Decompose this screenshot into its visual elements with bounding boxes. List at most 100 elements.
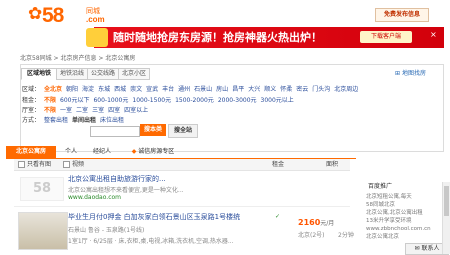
type-option[interactable]: 整套出租	[44, 117, 68, 124]
rent-option[interactable]: 2000-3000元	[218, 97, 257, 104]
rent-option[interactable]: 3000元以上	[261, 97, 294, 104]
map-icon: ⊞	[395, 70, 401, 77]
area-option[interactable]: 西城	[114, 86, 126, 93]
sponsored-item[interactable]: 北京公寓,北京公寓出租	[366, 209, 446, 217]
download-client-button[interactable]: 下载客户端	[360, 31, 412, 43]
map-search-link[interactable]: ⊞ 地图找房	[395, 68, 426, 77]
area-row: 区域： 全北京 朝阳 海淀 东城 西城 崇文 宣武 丰台 通州 石景山 房山 昌平 大兴 顺义 怀柔 密云 门头沟…	[22, 84, 362, 93]
listing-photo[interactable]	[18, 212, 68, 250]
tab-area[interactable]: 区域地铁	[21, 68, 57, 80]
area-option[interactable]: 宣武	[146, 86, 158, 93]
keyword-search-input[interactable]	[90, 126, 140, 137]
tab-bus[interactable]: 公交线路	[87, 68, 119, 80]
sponsored-item[interactable]: www.zbbnchool.com.cn	[366, 225, 446, 233]
video-checkbox[interactable]	[62, 161, 70, 168]
search-site-button[interactable]: 搜全站	[168, 124, 198, 138]
area-option[interactable]: 通州	[178, 86, 190, 93]
sponsored-item[interactable]: 58同城北京	[366, 201, 446, 209]
sponsored-list: 北京短租公寓,每天 58同城北京 北京公寓,北京公寓出租 13米升学享受环境 w…	[366, 193, 446, 241]
area-all[interactable]: 全北京	[44, 86, 62, 93]
logo[interactable]: ✿ 58 同城 .com	[28, 4, 108, 27]
listing-subtitle: 北京公寓出租想不来看便宜,更是一种文化...	[68, 187, 184, 194]
room-all[interactable]: 不限	[44, 107, 56, 114]
breadcrumb[interactable]: 北京58同城 > 北京房产信息 > 北京公寓房	[20, 53, 135, 62]
search-category-button[interactable]: 搜本类	[140, 124, 166, 136]
sort-by-area[interactable]: 面积	[326, 159, 338, 170]
free-publish-button[interactable]: 免费发布信息	[375, 8, 429, 22]
listing-price: 2160元/月	[298, 218, 334, 227]
listing-domain[interactable]: www.daodao.com	[68, 194, 121, 201]
sponsored-item[interactable]: 13米升学享受环境	[366, 217, 446, 225]
banner-slogan: 随时随地抢房东房源！抢房神器火热出炉！	[113, 31, 322, 44]
sort-by-rent[interactable]: 租金	[272, 159, 284, 170]
room-option[interactable]: 二室	[76, 107, 88, 114]
listing-detail: 1室1厅 · 6/25层 · 床,衣柜,桌,电视,冰箱,洗衣机,空调,热水器..…	[68, 238, 234, 245]
sort-bar: 只看有图 视频 租金 面积	[14, 159, 350, 171]
logo-mark-icon: ✿	[28, 4, 43, 24]
area-option[interactable]: 门头沟	[312, 86, 330, 93]
rent-row: 租金： 不限 600元以下 600-1000元 1000-1500元 1500-2000元…	[22, 95, 298, 104]
tab-community[interactable]: 北京小区	[118, 68, 150, 80]
rent-label: 租金：	[22, 97, 41, 104]
room-option[interactable]: 四室以上	[124, 107, 148, 114]
promo-banner[interactable]: 随时随地抢房东房源！抢房神器火热出炉！ 下载客户端 ×	[0, 27, 450, 48]
logo-number: 58	[42, 4, 64, 27]
area-option[interactable]: 石景山	[194, 86, 212, 93]
rent-option[interactable]: 600-1000元	[93, 97, 128, 104]
contact-label: 联系人	[421, 245, 440, 252]
area-label: 区域：	[22, 86, 41, 93]
room-label: 厅室：	[22, 107, 41, 114]
rent-option[interactable]: 600元以下	[60, 97, 89, 104]
placeholder-thumbnail[interactable]: 58	[20, 177, 64, 201]
area-option[interactable]: 东城	[98, 86, 110, 93]
type-option[interactable]: 单间出租	[72, 117, 96, 124]
row-divider	[14, 206, 350, 207]
area-option[interactable]: 大兴	[248, 86, 260, 93]
room-row: 厅室： 不限 一室 二室 三室 四室 四室以上	[22, 105, 152, 114]
close-icon[interactable]: ×	[430, 30, 437, 39]
type-option[interactable]: 床位出租	[100, 117, 124, 124]
area-option[interactable]: 海淀	[82, 86, 94, 93]
sponsored-item[interactable]: 北京短租公寓,每天	[366, 193, 446, 201]
map-search-label: 地图找房	[401, 70, 426, 77]
tab-personal[interactable]: 个人	[58, 146, 84, 158]
area-option[interactable]: 昌平	[232, 86, 244, 93]
area-option[interactable]: 崇文	[130, 86, 142, 93]
tab-verified[interactable]: ◆ 诚信房源专区	[122, 146, 184, 158]
area-option[interactable]: 顺义	[264, 86, 276, 93]
rent-option[interactable]: 1500-2000元	[175, 97, 214, 104]
tab-subway[interactable]: 地铁沿线	[56, 68, 88, 80]
verified-badge-icon: ✓	[275, 213, 281, 220]
sponsored-item[interactable]: 北京公寓北京	[366, 233, 446, 241]
area-option[interactable]: 北京周边	[334, 86, 358, 93]
rent-all[interactable]: 不限	[44, 97, 56, 104]
scrollbar[interactable]	[442, 182, 450, 254]
ad-label: 百度推广	[368, 183, 393, 190]
tab-verified-label: 诚信房源专区	[138, 148, 175, 155]
type-label: 方式：	[22, 117, 41, 124]
video-label: 视频	[71, 161, 84, 168]
listing-title[interactable]: 北京公寓出租自助旅游行家的...	[68, 174, 166, 184]
listing-location: 石景山 鲁谷 - 玉泉路(1号线)	[68, 227, 145, 234]
photos-only-label: 只看有图	[27, 161, 52, 168]
area-option[interactable]: 怀柔	[280, 86, 292, 93]
room-option[interactable]: 四室	[108, 107, 120, 114]
scrollbar-thumb[interactable]	[444, 186, 449, 216]
area-option[interactable]: 朝阳	[66, 86, 78, 93]
price-value: 2160	[298, 218, 321, 227]
area-option[interactable]: 密云	[296, 86, 308, 93]
rent-option[interactable]: 1000-1500元	[132, 97, 171, 104]
logo-domain: .com	[86, 15, 105, 24]
photos-only-checkbox[interactable]	[18, 161, 25, 168]
verified-icon: ◆	[131, 148, 137, 155]
tab-agent[interactable]: 经纪人	[86, 146, 118, 158]
listing-time: 2分钟	[338, 232, 354, 239]
tab-all-listings[interactable]: 北京公寓房	[6, 146, 56, 158]
room-option[interactable]: 一室	[60, 107, 72, 114]
price-unit: 元/月	[320, 220, 335, 227]
area-option[interactable]: 房山	[216, 86, 228, 93]
type-row: 方式： 整套出租 单间出租 床位出租	[22, 115, 128, 124]
area-option[interactable]: 丰台	[162, 86, 174, 93]
listing-title[interactable]: 毕业生月付0押金 白加灰家白领石景山区玉泉路1号楼统	[68, 212, 240, 222]
room-option[interactable]: 三室	[92, 107, 104, 114]
